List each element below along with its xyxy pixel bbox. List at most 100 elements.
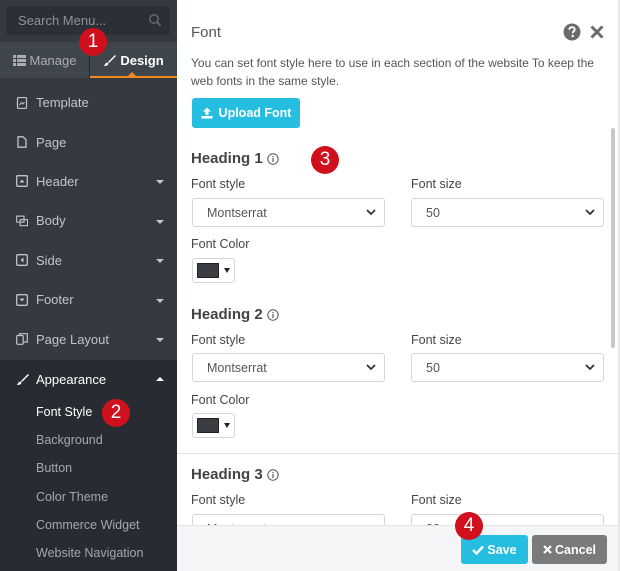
font-style-select[interactable]: Montserrat — [192, 353, 385, 382]
font-color-picker[interactable] — [192, 413, 235, 438]
panel-scrollbar[interactable] — [611, 128, 615, 348]
sidebar-item-template[interactable]: Template — [0, 83, 177, 122]
submenu-item-button[interactable]: Button — [0, 454, 177, 482]
body-icon — [16, 215, 28, 227]
info-icon[interactable] — [266, 153, 279, 165]
brush-icon — [104, 54, 117, 66]
color-swatch — [197, 418, 219, 433]
sidebar-menu: Template Page Header Body Side Footer Pa… — [0, 83, 177, 359]
header-icon — [16, 175, 28, 188]
caret-down-icon — [224, 423, 230, 428]
sidebar-item-label: Side — [36, 252, 63, 268]
tab-manage-label: Manage — [29, 52, 77, 68]
font-size-select[interactable]: 50 — [411, 198, 604, 227]
font-color-label: Font Color — [191, 237, 250, 251]
sidebar-item-page-layout[interactable]: Page Layout — [0, 319, 177, 358]
submenu-item-background[interactable]: Background — [0, 426, 177, 454]
font-color-picker[interactable] — [192, 258, 235, 283]
list-icon — [12, 54, 26, 66]
sidebar-item-footer[interactable]: Footer — [0, 280, 177, 319]
step-badge-2: 2 — [102, 399, 130, 427]
font-size-label: Font size — [411, 177, 462, 191]
font-style-label: Font style — [191, 493, 246, 507]
font-style-label: Font style — [191, 333, 246, 347]
submenu-item-commerce-widget[interactable]: Commerce Widget — [0, 511, 177, 539]
sidebar-item-label: Page — [36, 134, 67, 150]
brush-icon — [17, 373, 29, 385]
chevron-down-icon — [156, 180, 164, 185]
sidebar-item-label: Footer — [36, 292, 74, 308]
section-divider — [177, 453, 618, 454]
submenu-item-color-theme[interactable]: Color Theme — [0, 483, 177, 511]
font-style-value: Montserrat — [207, 205, 267, 220]
caret-down-icon — [224, 268, 230, 273]
footer-icon — [16, 293, 28, 306]
sidebar-item-header[interactable]: Header — [0, 162, 177, 201]
active-tab-caret — [128, 72, 136, 76]
submenu-item-font-style[interactable]: Font Style — [0, 398, 177, 426]
font-size-label: Font size — [411, 333, 462, 347]
sidebar-item-label: Template — [36, 95, 89, 111]
sidebar-item-label: Header — [36, 173, 79, 189]
close-icon — [543, 545, 552, 554]
active-tab-underline — [90, 76, 177, 78]
font-size-select[interactable]: 50 — [411, 353, 604, 382]
sidebar-item-side[interactable]: Side — [0, 241, 177, 280]
font-size-value: 50 — [426, 205, 440, 220]
page-layout-icon — [16, 333, 28, 345]
search-icon[interactable] — [148, 13, 162, 27]
step-badge-4: 4 — [455, 512, 483, 540]
cancel-button[interactable]: Cancel — [532, 535, 607, 564]
close-icon[interactable] — [589, 24, 605, 40]
section-title: Heading 1 — [191, 150, 279, 167]
step-badge-3: 3 — [311, 146, 339, 174]
upload-icon — [201, 107, 213, 119]
chevron-down-icon — [585, 209, 595, 216]
font-style-select[interactable]: Montserrat — [192, 198, 385, 227]
section-title-text: Heading 1 — [191, 150, 263, 167]
template-icon — [16, 96, 28, 109]
font-size-value: 50 — [426, 360, 440, 375]
chevron-down-icon — [156, 338, 164, 343]
sidebar-item-label: Page Layout — [36, 331, 110, 347]
chevron-down-icon — [156, 298, 164, 303]
page-icon — [16, 136, 28, 148]
appearance-submenu: Font Style Background Button Color Theme… — [0, 398, 177, 567]
font-panel: Font You can set font style here to use … — [177, 0, 618, 571]
chevron-down-icon — [156, 219, 164, 224]
font-size-label: Font size — [411, 493, 462, 507]
cancel-label: Cancel — [555, 542, 596, 557]
help-icon[interactable] — [563, 23, 581, 41]
font-color-label: Font Color — [191, 393, 250, 407]
section-title-text: Heading 2 — [191, 306, 263, 323]
panel-title: Font — [191, 24, 222, 41]
step-badge-1: 1 — [79, 28, 107, 56]
info-icon[interactable] — [266, 469, 279, 481]
chevron-down-icon — [366, 364, 376, 371]
sidebar-item-page[interactable]: Page — [0, 122, 177, 161]
sidebar-item-label: Appearance — [36, 371, 107, 387]
upload-font-label: Upload Font — [218, 106, 292, 120]
font-style-label: Font style — [191, 177, 246, 191]
section-title-text: Heading 3 — [191, 466, 263, 483]
chevron-up-icon — [156, 377, 164, 381]
sidebar-item-appearance[interactable]: Appearance — [0, 360, 177, 398]
submenu-item-website-navigation[interactable]: Website Navigation — [0, 539, 177, 567]
info-icon[interactable] — [266, 309, 279, 321]
appearance-group: Appearance Font Style Background Button … — [0, 360, 177, 571]
side-icon — [16, 254, 28, 267]
chevron-down-icon — [585, 364, 595, 371]
check-icon — [472, 545, 485, 555]
section-title: Heading 3 — [191, 466, 279, 483]
chevron-down-icon — [366, 209, 376, 216]
chevron-down-icon — [156, 259, 164, 264]
sidebar-item-body[interactable]: Body — [0, 201, 177, 240]
tab-design-label: Design — [120, 52, 164, 68]
save-label: Save — [487, 542, 517, 557]
font-style-value: Montserrat — [207, 360, 267, 375]
panel-footer: Save Cancel — [177, 525, 618, 571]
sidebar-item-label: Body — [36, 213, 66, 229]
upload-font-button[interactable]: Upload Font — [192, 98, 300, 128]
tab-manage[interactable]: Manage — [0, 42, 89, 78]
panel-description: You can set font style here to use in ea… — [191, 56, 594, 88]
